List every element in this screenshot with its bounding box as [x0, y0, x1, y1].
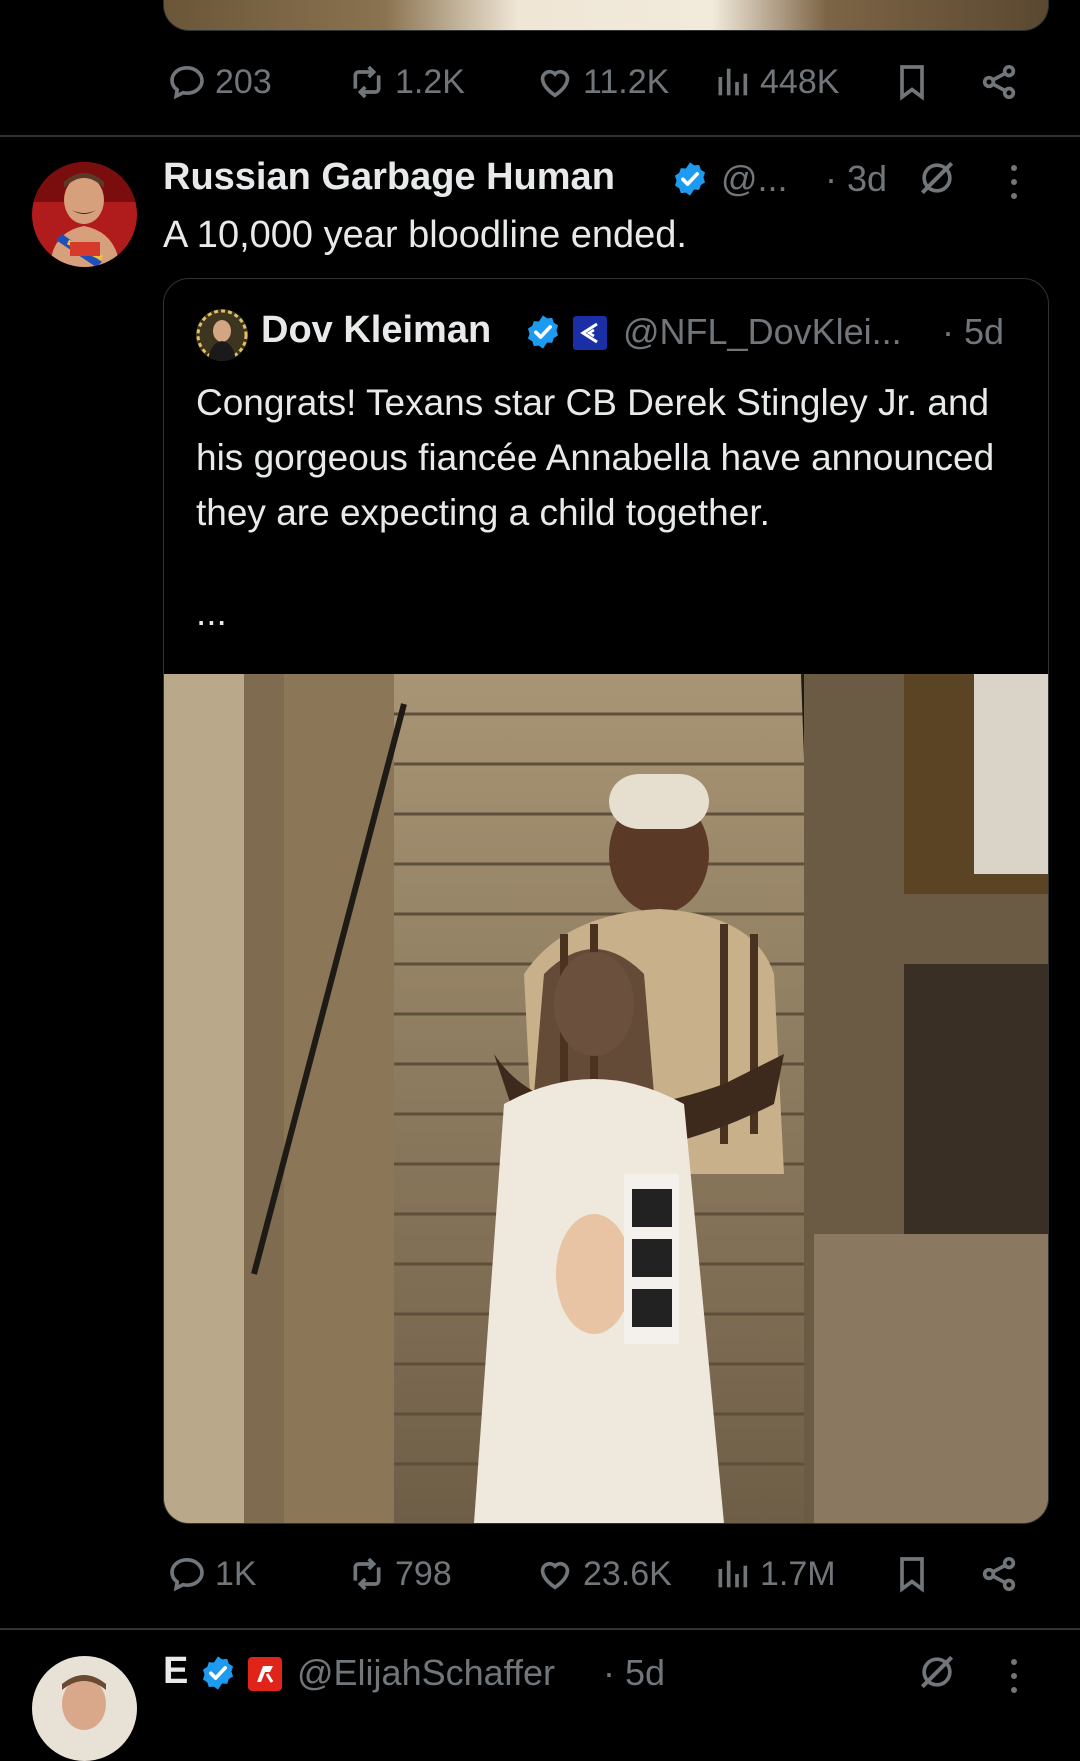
quote-more: ...: [196, 592, 227, 633]
previous-tweet-actions: 203 1.2K 11.2K 448K: [167, 62, 1027, 110]
reply-icon: [167, 62, 207, 102]
views-button[interactable]: 448K: [712, 62, 839, 102]
next-avatar[interactable]: [32, 1656, 137, 1761]
tweet-divider: [0, 1628, 1080, 1630]
verified-icon: [199, 1654, 237, 1692]
tweet-actions: 1K 798 23.6K 1.7M: [167, 1554, 1027, 1602]
affiliate-badge-icon: [572, 315, 608, 351]
next-tweet-time[interactable]: · 5d: [603, 1652, 665, 1694]
reply-button[interactable]: 203: [167, 62, 272, 102]
previous-tweet-media[interactable]: [163, 0, 1049, 31]
like-button[interactable]: 23.6K: [535, 1554, 672, 1594]
tweet-header: Russian Garbage Human @... · 3d: [163, 156, 1043, 206]
views-count: 1.7M: [760, 1554, 836, 1593]
like-count: 11.2K: [583, 62, 670, 101]
reply-button[interactable]: 1K: [167, 1554, 257, 1594]
views-icon: [712, 62, 752, 102]
share-button[interactable]: [979, 62, 1019, 102]
tweet-time[interactable]: · 3d: [825, 158, 887, 200]
quote-author-handle: @NFL_DovKlei...: [623, 311, 902, 352]
tweet-text: A 10,000 year bloodline ended.: [163, 214, 687, 256]
repost-icon: [347, 1554, 387, 1594]
bookmark-icon: [892, 1554, 932, 1594]
repost-count: 1.2K: [395, 62, 465, 101]
quote-time: · 5d: [942, 311, 1005, 352]
author-handle[interactable]: @...: [721, 158, 788, 200]
affiliate-badge-icon: [247, 1656, 283, 1692]
like-count: 23.6K: [583, 1554, 672, 1593]
next-author-handle[interactable]: @ElijahSchaffer: [297, 1652, 555, 1694]
verified-icon: [524, 313, 562, 351]
tweet-divider: [0, 135, 1080, 137]
reply-count: 203: [215, 62, 272, 101]
repost-button[interactable]: 798: [347, 1554, 452, 1594]
reply-icon: [167, 1554, 207, 1594]
bookmark-button[interactable]: [892, 62, 932, 102]
like-icon: [535, 62, 575, 102]
like-button[interactable]: 11.2K: [535, 62, 669, 102]
quote-author-name: Dov Kleiman: [261, 309, 492, 351]
reply-count: 1K: [215, 1554, 257, 1593]
next-tweet-header: E @ElijahSchaffer · 5d: [163, 1650, 1043, 1700]
more-icon[interactable]: [1009, 162, 1019, 202]
like-icon: [535, 1554, 575, 1594]
bookmark-icon: [892, 62, 932, 102]
share-icon: [979, 1554, 1019, 1594]
quote-text: Congrats! Texans star CB Derek Stingley …: [196, 382, 995, 533]
views-button[interactable]: 1.7M: [712, 1554, 836, 1594]
views-count: 448K: [760, 62, 840, 101]
repost-count: 798: [395, 1554, 452, 1593]
more-icon[interactable]: [1009, 1656, 1019, 1696]
grok-icon[interactable]: [915, 1650, 959, 1694]
avatar[interactable]: [32, 162, 137, 267]
repost-button[interactable]: 1.2K: [347, 62, 465, 102]
quoted-tweet[interactable]: Dov Kleiman @NFL_DovKlei... · 5d Congrat…: [163, 278, 1049, 1524]
bookmark-button[interactable]: [892, 1554, 932, 1594]
repost-icon: [347, 62, 387, 102]
author-name[interactable]: Russian Garbage Human: [163, 156, 615, 199]
share-icon: [979, 62, 1019, 102]
next-author-name[interactable]: E: [163, 1650, 188, 1693]
views-icon: [712, 1554, 752, 1594]
grok-icon[interactable]: [915, 156, 959, 200]
verified-icon: [671, 160, 709, 198]
quote-photo[interactable]: [164, 674, 1048, 1523]
share-button[interactable]: [979, 1554, 1019, 1594]
quote-avatar: [196, 309, 248, 361]
